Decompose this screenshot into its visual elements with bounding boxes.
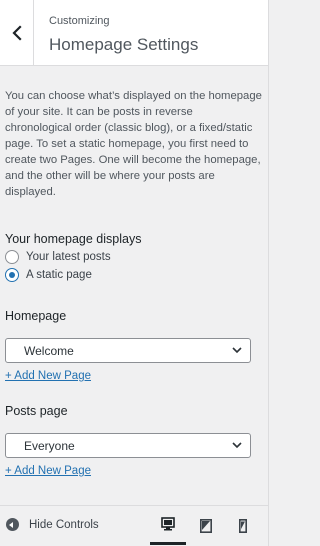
desktop-icon: [161, 517, 175, 531]
radio-latest-posts-control[interactable]: [5, 250, 19, 264]
breadcrumb: Customizing: [49, 15, 110, 27]
homepage-select[interactable]: Welcome: [5, 338, 251, 363]
add-new-homepage-link[interactable]: + Add New Page: [5, 370, 91, 382]
radio-latest-posts[interactable]: Your latest posts: [5, 250, 111, 264]
chevron-down-icon: [232, 347, 242, 354]
customizer-panel: Customizing Homepage Settings You can ch…: [0, 0, 269, 546]
preview-mobile-button[interactable]: [225, 506, 261, 545]
posts-page-label: Posts page: [5, 404, 68, 418]
panel-footer: Hide Controls: [0, 505, 268, 546]
section-description: You can choose what’s displayed on the h…: [5, 90, 262, 198]
homepage-label: Homepage: [5, 309, 67, 323]
mobile-icon: [238, 518, 248, 533]
radio-static-page[interactable]: A static page: [5, 268, 92, 282]
chevron-left-icon: [11, 24, 22, 41]
tablet-icon: [199, 518, 212, 533]
panel-header: Customizing Homepage Settings: [0, 0, 268, 66]
posts-page-select[interactable]: Everyone: [5, 433, 251, 458]
homepage-displays-label: Your homepage displays: [5, 232, 142, 246]
preview-tablet-button[interactable]: [188, 506, 224, 545]
radio-latest-posts-label: Your latest posts: [26, 251, 111, 263]
radio-static-page-label: A static page: [26, 269, 92, 281]
add-new-posts-page-link[interactable]: + Add New Page: [5, 465, 91, 477]
posts-page-select-value: Everyone: [24, 438, 75, 453]
chevron-down-icon: [232, 442, 242, 449]
radio-static-page-control[interactable]: [5, 268, 19, 282]
hide-controls-label: Hide Controls: [29, 518, 99, 531]
hide-controls-button[interactable]: Hide Controls: [6, 518, 99, 531]
homepage-select-value: Welcome: [24, 343, 74, 358]
preview-desktop-button[interactable]: [150, 506, 186, 545]
collapse-icon: [6, 518, 19, 531]
back-button[interactable]: [0, 0, 34, 65]
page-title: Homepage Settings: [49, 35, 199, 54]
